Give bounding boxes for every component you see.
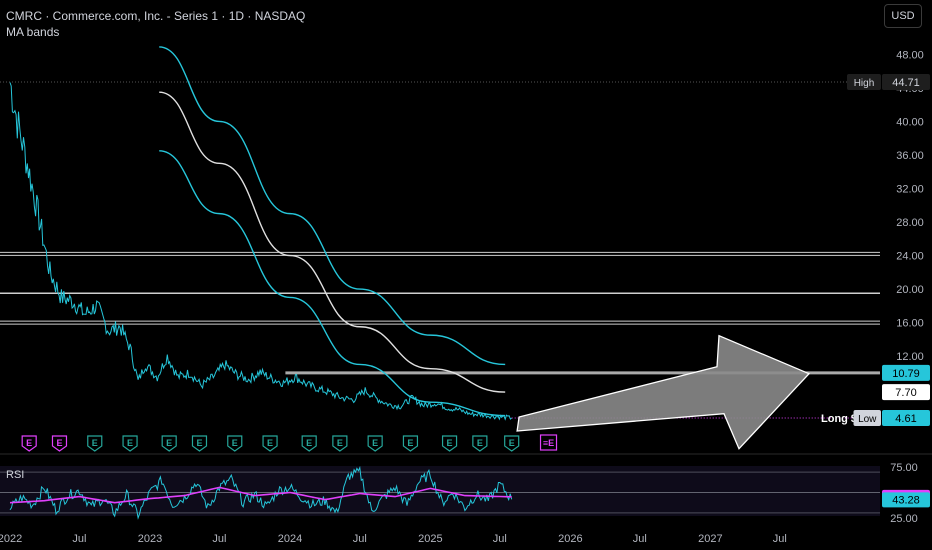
svg-text:E: E <box>166 438 172 448</box>
svg-text:E: E <box>477 438 483 448</box>
x-tick-label: Jul <box>72 533 86 545</box>
y-tick-label: 40.00 <box>896 116 924 128</box>
earnings-marker[interactable]: E <box>504 435 520 452</box>
x-tick-label: 2027 <box>698 533 722 545</box>
x-tick-label: 2022 <box>0 533 22 545</box>
svg-text:E: E <box>26 438 32 448</box>
earnings-marker[interactable]: E <box>161 435 177 452</box>
price-tag-text: Low <box>858 414 877 425</box>
price-label-text: 44.71 <box>892 77 920 89</box>
x-tick-label: 2026 <box>558 533 582 545</box>
earnings-marker[interactable]: E <box>402 435 419 452</box>
svg-text:E: E <box>56 438 62 448</box>
y-tick-label: 36.00 <box>896 150 924 162</box>
earnings-marker[interactable]: E <box>227 435 243 452</box>
svg-text:E: E <box>232 438 238 448</box>
y-tick-label: 48.00 <box>896 49 924 61</box>
x-tick-label: 2024 <box>278 533 302 545</box>
price-tag-text: High <box>854 78 875 89</box>
ma-band-lower <box>159 150 506 417</box>
earnings-marker-upcoming[interactable]: ≡E <box>539 434 558 451</box>
earnings-marker[interactable]: E <box>472 435 488 452</box>
svg-text:E: E <box>337 438 343 448</box>
y-tick-label: 12.00 <box>896 351 924 363</box>
ma-band-upper <box>159 46 506 366</box>
earnings-marker[interactable]: E <box>262 435 278 452</box>
x-tick-label: 2025 <box>418 533 442 545</box>
price-label-text: 4.61 <box>895 413 916 425</box>
y-tick-label: 32.00 <box>896 183 924 195</box>
long-annotation[interactable]: Long $ <box>821 413 857 425</box>
rsi-value-text: 43.28 <box>892 494 920 506</box>
svg-text:≡E: ≡E <box>543 438 554 448</box>
price-chart[interactable]: 48.0044.0040.0036.0032.0028.0024.0020.00… <box>0 0 932 550</box>
svg-text:E: E <box>407 438 413 448</box>
price-label-text: 7.70 <box>895 387 916 399</box>
svg-text:E: E <box>196 438 202 448</box>
x-tick-label: 2023 <box>138 533 162 545</box>
earnings-marker[interactable]: E <box>441 435 458 452</box>
ma-band-middle <box>159 91 506 393</box>
x-tick-label: Jul <box>773 533 787 545</box>
earnings-marker[interactable]: E <box>191 435 208 452</box>
long-arrow[interactable] <box>516 334 811 450</box>
price-label-text: 10.79 <box>892 368 920 380</box>
earnings-marker[interactable]: E <box>87 435 103 452</box>
svg-text:E: E <box>447 438 453 448</box>
earnings-marker[interactable]: E <box>367 435 383 452</box>
svg-text:E: E <box>509 438 515 448</box>
x-tick-label: Jul <box>493 533 507 545</box>
earnings-marker[interactable]: E <box>21 435 37 452</box>
svg-text:E: E <box>306 438 312 448</box>
x-tick-label: Jul <box>212 533 226 545</box>
rsi-title[interactable]: RSI <box>6 469 24 481</box>
y-tick-label: 16.00 <box>896 318 924 330</box>
rsi-y-tick: 25.00 <box>890 513 918 525</box>
svg-text:E: E <box>267 438 273 448</box>
earnings-marker[interactable]: E <box>301 435 317 452</box>
earnings-marker[interactable]: E <box>51 435 68 452</box>
earnings-marker[interactable]: E <box>332 435 348 452</box>
svg-text:E: E <box>92 438 98 448</box>
y-tick-label: 24.00 <box>896 251 924 263</box>
x-tick-label: Jul <box>633 533 647 545</box>
rsi-y-tick: 75.00 <box>890 462 918 474</box>
y-tick-label: 28.00 <box>896 217 924 229</box>
y-tick-label: 20.00 <box>896 284 924 296</box>
svg-text:E: E <box>372 438 378 448</box>
x-tick-label: Jul <box>353 533 367 545</box>
svg-text:E: E <box>127 438 133 448</box>
earnings-marker[interactable]: E <box>122 435 138 452</box>
